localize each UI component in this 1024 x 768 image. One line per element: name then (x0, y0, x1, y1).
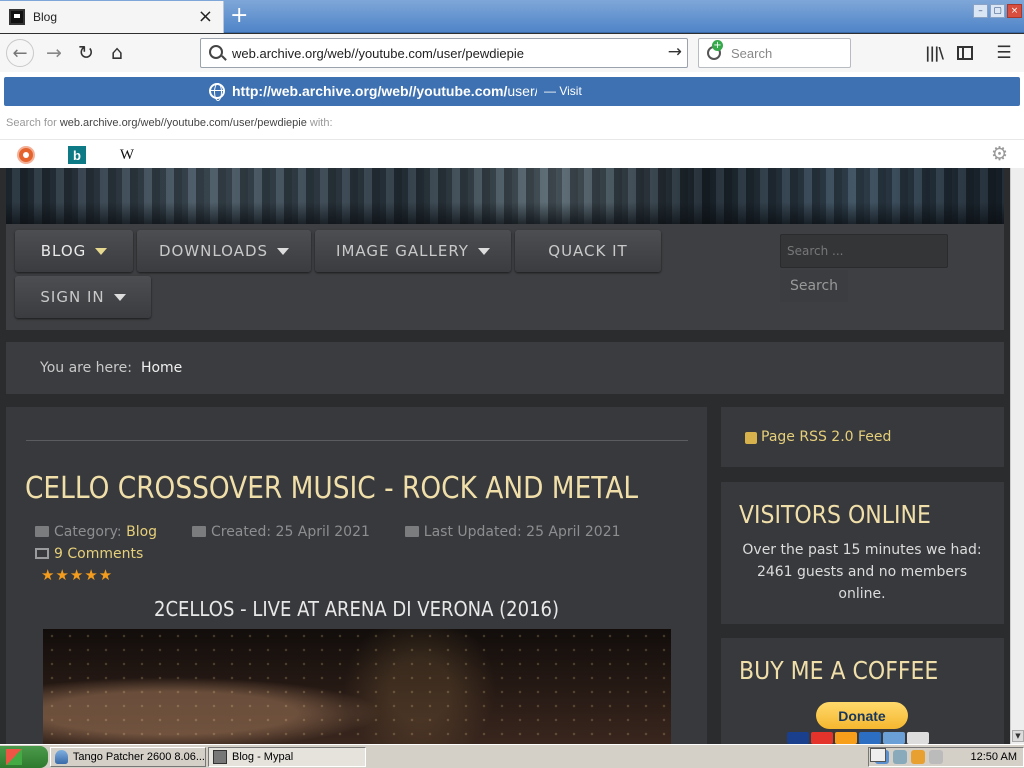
maximize-button[interactable]: ▢ (990, 4, 1005, 18)
windows-logo-icon (6, 749, 22, 765)
site-favicon-icon (9, 9, 25, 25)
coffee-title: BUY ME A COFFEE (739, 656, 939, 685)
chevron-down-icon (477, 247, 490, 255)
article-meta: Category: Blog Created: 25 April 2021 La… (35, 524, 621, 540)
article: CELLO CROSSOVER MUSIC - ROCK AND METAL C… (6, 407, 707, 744)
library-icon[interactable]: |||\ (920, 40, 948, 66)
add-search-engine-icon[interactable] (707, 40, 723, 60)
wikipedia-icon[interactable]: W (118, 146, 136, 164)
go-arrow-icon[interactable]: → (668, 42, 682, 62)
app-icon (55, 750, 68, 764)
navigation-toolbar: ← → ↻ ⌂ web.archive.org/web//youtube.com… (0, 34, 1024, 72)
minimize-button[interactable]: – (973, 4, 988, 18)
app-icon (213, 750, 227, 764)
suggestion-action: — Visit (544, 84, 582, 98)
close-window-button[interactable]: × (1007, 4, 1022, 18)
video-player[interactable] (43, 629, 671, 744)
keyboard-icon[interactable] (870, 748, 886, 762)
site-search-button[interactable]: Search (780, 270, 848, 302)
suggestion-url: http://web.archive.org/web//youtube.com/… (232, 83, 537, 99)
url-bar[interactable]: web.archive.org/web//youtube.com/user/pe… (200, 38, 688, 68)
updated-date: Last Updated: 25 April 2021 (423, 524, 621, 540)
system-tray: 12:50 AM (868, 747, 1024, 767)
menu-item-blog[interactable]: BLOG (15, 230, 133, 272)
start-button[interactable] (0, 746, 48, 768)
card-icon (907, 732, 929, 744)
sidebar-toggle-icon[interactable] (951, 40, 979, 66)
coffee-module: BUY ME A COFFEE Donate (721, 638, 1004, 744)
search-bar[interactable]: Search (698, 38, 851, 68)
reload-icon[interactable]: ↻ (72, 40, 100, 66)
donate-button[interactable]: Donate (816, 702, 908, 729)
site-banner (6, 168, 1004, 224)
page-scrollbar[interactable]: ▼ (1010, 168, 1024, 744)
clock[interactable]: 12:50 AM (971, 751, 1017, 763)
tab-title: Blog (33, 10, 58, 24)
folder-icon (35, 526, 49, 537)
window-controls: – ▢ × (973, 4, 1022, 18)
close-tab-icon[interactable]: × (198, 7, 213, 27)
search-for-hint: Search for web.archive.org/web//youtube.… (6, 117, 333, 129)
rating-stars[interactable]: ★★★★★ (41, 566, 113, 584)
new-tab-button[interactable]: + (230, 3, 248, 29)
scroll-thumb[interactable] (1012, 168, 1024, 728)
calendar-icon (191, 526, 206, 537)
rss-module: Page RSS 2.0 Feed (721, 407, 1004, 467)
calendar-icon (404, 526, 419, 537)
back-arrow-icon[interactable]: ← (6, 39, 34, 67)
breadcrumb: You are here: Home (6, 342, 1004, 394)
web-page: BLOG DOWNLOADS IMAGE GALLERY QUACK IT SI… (0, 168, 1010, 744)
taskbar-item-tango[interactable]: Tango Patcher 2600 8.06... (50, 747, 206, 767)
menu-item-image-gallery[interactable]: IMAGE GALLERY (315, 230, 511, 272)
card-icon (787, 732, 809, 744)
card-icon (883, 732, 905, 744)
tray-app-icon[interactable] (929, 750, 943, 764)
menu-item-quack-it[interactable]: QUACK IT (515, 230, 661, 272)
site-header: BLOG DOWNLOADS IMAGE GALLERY QUACK IT SI… (6, 224, 1004, 330)
gear-icon[interactable]: ⚙ (991, 143, 1008, 165)
home-icon[interactable]: ⌂ (103, 40, 131, 66)
taskbar-item-browser[interactable]: Blog - Mypal (208, 747, 366, 767)
forward-arrow-icon[interactable]: → (40, 40, 68, 66)
menu-item-sign-in[interactable]: SIGN IN (15, 276, 151, 318)
card-icon (835, 732, 857, 744)
hamburger-menu-icon[interactable]: ☰ (990, 40, 1018, 66)
chevron-down-icon (277, 247, 290, 255)
url-autocomplete-popup: http://web.archive.org/web//youtube.com/… (0, 72, 1024, 168)
payment-cards-icon (787, 732, 929, 744)
visitors-text: Over the past 15 minutes we had: 2461 gu… (742, 542, 982, 602)
rss-feed-link[interactable]: Page RSS 2.0 Feed (761, 429, 891, 445)
one-off-search-engines: b W ⚙ (0, 139, 1024, 168)
comments-link[interactable]: 9 Comments (35, 546, 143, 562)
url-suggestion-row[interactable]: http://web.archive.org/web//youtube.com/… (4, 77, 1020, 106)
divider (26, 440, 688, 441)
chevron-down-icon (95, 247, 108, 255)
breadcrumb-label: You are here: (40, 360, 132, 376)
globe-icon (209, 83, 225, 101)
chevron-down-icon (113, 293, 126, 301)
article-title[interactable]: CELLO CROSSOVER MUSIC - ROCK AND METAL (25, 471, 638, 506)
comment-icon (35, 548, 49, 559)
tab-bar: Blog × + – ▢ × (0, 0, 1024, 33)
video-title: 2CELLOS - LIVE AT ARENA DI VERONA (2016) (153, 597, 560, 621)
duckduckgo-icon[interactable] (17, 146, 35, 164)
bing-icon[interactable]: b (68, 146, 86, 164)
visitors-title: VISITORS ONLINE (739, 500, 931, 529)
search-input[interactable]: Search (731, 46, 772, 61)
category-link[interactable]: Blog (126, 524, 157, 540)
search-tray-icon[interactable] (911, 750, 925, 764)
card-icon (859, 732, 881, 744)
menu-item-downloads[interactable]: DOWNLOADS (137, 230, 311, 272)
breadcrumb-home-link[interactable]: Home (141, 360, 182, 376)
scroll-down-arrow-icon[interactable]: ▼ (1012, 730, 1024, 742)
tray-app-icon[interactable] (893, 750, 907, 764)
rss-icon (745, 432, 757, 444)
visitors-module: VISITORS ONLINE Over the past 15 minutes… (721, 482, 1004, 624)
created-date: Created: 25 April 2021 (210, 524, 370, 540)
search-icon (209, 45, 223, 59)
site-search-input[interactable]: Search ... (780, 234, 948, 268)
url-input[interactable]: web.archive.org/web//youtube.com/user/pe… (232, 46, 524, 61)
tab-blog[interactable]: Blog × (0, 1, 224, 33)
card-icon (811, 732, 833, 744)
